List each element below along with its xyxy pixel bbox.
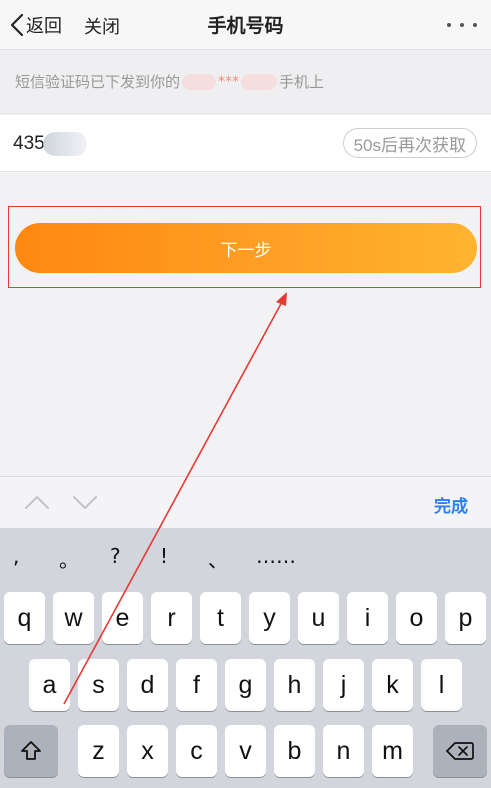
- close-button[interactable]: 关闭: [84, 13, 120, 39]
- key-w[interactable]: w: [53, 592, 94, 644]
- key-x[interactable]: x: [127, 725, 168, 777]
- back-label: 返回: [26, 16, 62, 37]
- back-button[interactable]: 返回: [10, 10, 62, 40]
- shift-icon: [21, 741, 41, 760]
- key-i[interactable]: i: [347, 592, 388, 644]
- resend-code-button[interactable]: 50s后再次获取: [342, 128, 477, 158]
- more-dot-icon: [473, 23, 477, 27]
- key-z[interactable]: z: [78, 725, 119, 777]
- chevron-left-icon: [10, 13, 24, 37]
- key-l[interactable]: l: [421, 659, 462, 711]
- key-e[interactable]: e: [102, 592, 143, 644]
- blurred-digits: [182, 73, 217, 90]
- key-o[interactable]: o: [396, 592, 437, 644]
- key-t[interactable]: t: [200, 592, 241, 644]
- punct-key-comma[interactable]: ,: [13, 544, 19, 568]
- punctuation-row: , 。 ? ! 、 ……: [0, 528, 491, 590]
- punct-key-question[interactable]: ?: [110, 544, 121, 568]
- key-s[interactable]: s: [78, 659, 119, 711]
- sms-sent-hint: 短信验证码已下发到你的 *** 手机上: [0, 50, 491, 114]
- key-j[interactable]: j: [323, 659, 364, 711]
- punct-key-exclamation[interactable]: !: [160, 544, 168, 568]
- key-b[interactable]: b: [274, 725, 315, 777]
- hint-prefix: 短信验证码已下发到你的: [15, 73, 181, 91]
- key-h[interactable]: h: [274, 659, 315, 711]
- blurred-code-digits: [43, 132, 87, 156]
- key-y[interactable]: y: [249, 592, 290, 644]
- key-n[interactable]: n: [323, 725, 364, 777]
- blurred-digits: [241, 73, 278, 90]
- key-r[interactable]: r: [151, 592, 192, 644]
- punct-key-ellipsis[interactable]: ……: [256, 544, 296, 568]
- key-u[interactable]: u: [298, 592, 339, 644]
- more-dot-icon: [447, 23, 451, 27]
- more-dot-icon: [460, 23, 464, 27]
- key-m[interactable]: m: [372, 725, 413, 777]
- more-options-button[interactable]: [447, 10, 477, 40]
- keyboard-accessory-bar: 完成: [0, 476, 491, 528]
- hint-suffix: 手机上: [279, 73, 325, 91]
- next-field-icon[interactable]: [72, 493, 98, 511]
- punct-key-enumeration-comma[interactable]: 、: [208, 544, 228, 573]
- verification-code-row: 50s后再次获取: [0, 115, 491, 172]
- next-step-button[interactable]: 下一步: [15, 223, 477, 273]
- shift-key[interactable]: [4, 725, 58, 777]
- navigation-bar: 返回 关闭 手机号码: [0, 0, 491, 50]
- key-p[interactable]: p: [445, 592, 486, 644]
- key-a[interactable]: a: [29, 659, 70, 711]
- masked-phone-number: ***: [182, 73, 278, 90]
- previous-field-icon[interactable]: [24, 493, 50, 511]
- masked-stars: ***: [218, 73, 240, 90]
- backspace-icon: [446, 742, 474, 760]
- delete-key[interactable]: [433, 725, 487, 777]
- key-v[interactable]: v: [225, 725, 266, 777]
- key-d[interactable]: d: [127, 659, 168, 711]
- key-q[interactable]: q: [4, 592, 45, 644]
- done-button[interactable]: 完成: [434, 492, 468, 517]
- key-k[interactable]: k: [372, 659, 413, 711]
- on-screen-keyboard: , 。 ? ! 、 …… q w e r t y u i o p a s d f…: [0, 528, 491, 788]
- page-title: 手机号码: [207, 15, 284, 37]
- key-g[interactable]: g: [225, 659, 266, 711]
- key-c[interactable]: c: [176, 725, 217, 777]
- key-f[interactable]: f: [176, 659, 217, 711]
- punct-key-period[interactable]: 。: [59, 544, 79, 573]
